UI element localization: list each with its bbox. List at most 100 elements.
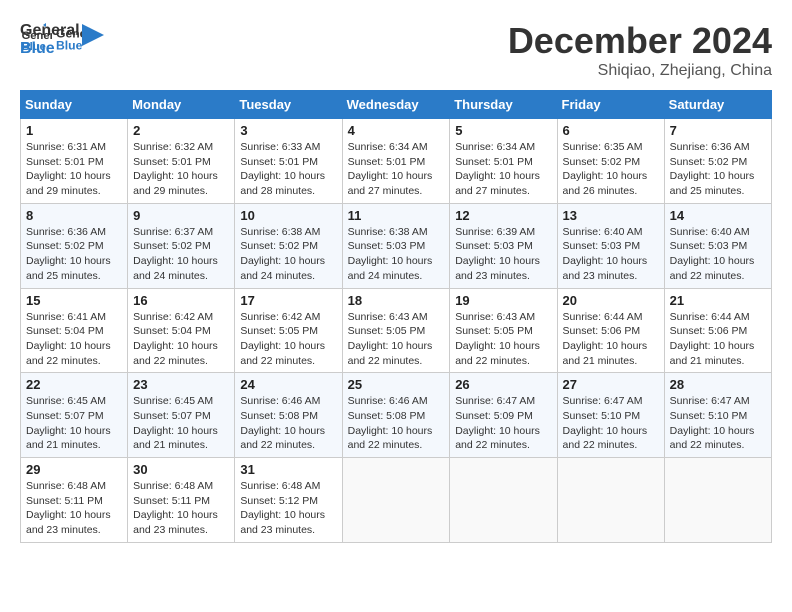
calendar-cell: 26 Sunrise: 6:47 AMSunset: 5:09 PMDaylig… xyxy=(450,373,557,458)
day-number: 17 xyxy=(240,293,336,308)
day-info: Sunrise: 6:44 AMSunset: 5:06 PMDaylight:… xyxy=(563,311,648,367)
day-number: 12 xyxy=(455,208,551,223)
day-info: Sunrise: 6:47 AMSunset: 5:09 PMDaylight:… xyxy=(455,395,540,451)
day-number: 19 xyxy=(455,293,551,308)
calendar-cell: 29 Sunrise: 6:48 AMSunset: 5:11 PMDaylig… xyxy=(21,458,128,543)
day-number: 13 xyxy=(563,208,659,223)
day-info: Sunrise: 6:48 AMSunset: 5:11 PMDaylight:… xyxy=(133,480,218,536)
day-info: Sunrise: 6:48 AMSunset: 5:12 PMDaylight:… xyxy=(240,480,325,536)
day-info: Sunrise: 6:40 AMSunset: 5:03 PMDaylight:… xyxy=(670,226,755,282)
calendar-cell: 4 Sunrise: 6:34 AMSunset: 5:01 PMDayligh… xyxy=(342,119,450,204)
day-info: Sunrise: 6:39 AMSunset: 5:03 PMDaylight:… xyxy=(455,226,540,282)
day-info: Sunrise: 6:34 AMSunset: 5:01 PMDaylight:… xyxy=(348,141,433,197)
day-info: Sunrise: 6:45 AMSunset: 5:07 PMDaylight:… xyxy=(26,395,111,451)
day-info: Sunrise: 6:44 AMSunset: 5:06 PMDaylight:… xyxy=(670,311,755,367)
weekday-header: Friday xyxy=(557,91,664,119)
calendar-cell xyxy=(450,458,557,543)
day-info: Sunrise: 6:36 AMSunset: 5:02 PMDaylight:… xyxy=(26,226,111,282)
logo-text-block: General Blue xyxy=(20,22,80,59)
logo-container: General Blue xyxy=(20,22,104,59)
calendar-cell: 1 Sunrise: 6:31 AMSunset: 5:01 PMDayligh… xyxy=(21,119,128,204)
weekday-header: Thursday xyxy=(450,91,557,119)
calendar-cell: 5 Sunrise: 6:34 AMSunset: 5:01 PMDayligh… xyxy=(450,119,557,204)
calendar-table: SundayMondayTuesdayWednesdayThursdayFrid… xyxy=(20,90,772,543)
day-info: Sunrise: 6:41 AMSunset: 5:04 PMDaylight:… xyxy=(26,311,111,367)
day-number: 22 xyxy=(26,377,122,392)
day-number: 14 xyxy=(670,208,766,223)
day-info: Sunrise: 6:46 AMSunset: 5:08 PMDaylight:… xyxy=(240,395,325,451)
day-info: Sunrise: 6:31 AMSunset: 5:01 PMDaylight:… xyxy=(26,141,111,197)
day-info: Sunrise: 6:38 AMSunset: 5:03 PMDaylight:… xyxy=(348,226,433,282)
title-block: December 2024 Shiqiao, Zhejiang, China xyxy=(508,20,772,80)
calendar-cell: 12 Sunrise: 6:39 AMSunset: 5:03 PMDaylig… xyxy=(450,203,557,288)
day-info: Sunrise: 6:46 AMSunset: 5:08 PMDaylight:… xyxy=(348,395,433,451)
day-info: Sunrise: 6:47 AMSunset: 5:10 PMDaylight:… xyxy=(563,395,648,451)
calendar-cell: 27 Sunrise: 6:47 AMSunset: 5:10 PMDaylig… xyxy=(557,373,664,458)
logo-general: General xyxy=(20,22,80,40)
month-title: December 2024 xyxy=(508,20,772,62)
calendar-cell: 3 Sunrise: 6:33 AMSunset: 5:01 PMDayligh… xyxy=(235,119,342,204)
calendar-cell: 21 Sunrise: 6:44 AMSunset: 5:06 PMDaylig… xyxy=(664,288,771,373)
day-number: 23 xyxy=(133,377,229,392)
calendar-cell: 10 Sunrise: 6:38 AMSunset: 5:02 PMDaylig… xyxy=(235,203,342,288)
calendar-cell: 24 Sunrise: 6:46 AMSunset: 5:08 PMDaylig… xyxy=(235,373,342,458)
day-number: 31 xyxy=(240,462,336,477)
day-info: Sunrise: 6:42 AMSunset: 5:05 PMDaylight:… xyxy=(240,311,325,367)
calendar-cell: 8 Sunrise: 6:36 AMSunset: 5:02 PMDayligh… xyxy=(21,203,128,288)
calendar-week-row: 29 Sunrise: 6:48 AMSunset: 5:11 PMDaylig… xyxy=(21,458,772,543)
day-number: 27 xyxy=(563,377,659,392)
day-info: Sunrise: 6:48 AMSunset: 5:11 PMDaylight:… xyxy=(26,480,111,536)
calendar-cell: 22 Sunrise: 6:45 AMSunset: 5:07 PMDaylig… xyxy=(21,373,128,458)
weekday-header: Monday xyxy=(128,91,235,119)
day-info: Sunrise: 6:37 AMSunset: 5:02 PMDaylight:… xyxy=(133,226,218,282)
day-number: 8 xyxy=(26,208,122,223)
day-number: 10 xyxy=(240,208,336,223)
calendar-cell: 31 Sunrise: 6:48 AMSunset: 5:12 PMDaylig… xyxy=(235,458,342,543)
location: Shiqiao, Zhejiang, China xyxy=(508,62,772,80)
day-number: 3 xyxy=(240,123,336,138)
day-info: Sunrise: 6:47 AMSunset: 5:10 PMDaylight:… xyxy=(670,395,755,451)
day-number: 4 xyxy=(348,123,445,138)
calendar-cell xyxy=(557,458,664,543)
weekday-header: Sunday xyxy=(21,91,128,119)
day-info: Sunrise: 6:42 AMSunset: 5:04 PMDaylight:… xyxy=(133,311,218,367)
calendar-week-row: 1 Sunrise: 6:31 AMSunset: 5:01 PMDayligh… xyxy=(21,119,772,204)
day-number: 6 xyxy=(563,123,659,138)
logo-arrow-icon xyxy=(82,24,104,46)
weekday-header: Tuesday xyxy=(235,91,342,119)
day-number: 21 xyxy=(670,293,766,308)
calendar-cell: 20 Sunrise: 6:44 AMSunset: 5:06 PMDaylig… xyxy=(557,288,664,373)
day-info: Sunrise: 6:32 AMSunset: 5:01 PMDaylight:… xyxy=(133,141,218,197)
calendar-cell: 7 Sunrise: 6:36 AMSunset: 5:02 PMDayligh… xyxy=(664,119,771,204)
calendar-cell: 25 Sunrise: 6:46 AMSunset: 5:08 PMDaylig… xyxy=(342,373,450,458)
calendar-header-row: SundayMondayTuesdayWednesdayThursdayFrid… xyxy=(21,91,772,119)
calendar-week-row: 22 Sunrise: 6:45 AMSunset: 5:07 PMDaylig… xyxy=(21,373,772,458)
day-number: 1 xyxy=(26,123,122,138)
calendar-week-row: 15 Sunrise: 6:41 AMSunset: 5:04 PMDaylig… xyxy=(21,288,772,373)
weekday-header: Saturday xyxy=(664,91,771,119)
day-number: 9 xyxy=(133,208,229,223)
day-number: 18 xyxy=(348,293,445,308)
day-number: 30 xyxy=(133,462,229,477)
calendar-week-row: 8 Sunrise: 6:36 AMSunset: 5:02 PMDayligh… xyxy=(21,203,772,288)
day-info: Sunrise: 6:43 AMSunset: 5:05 PMDaylight:… xyxy=(348,311,433,367)
calendar-cell: 9 Sunrise: 6:37 AMSunset: 5:02 PMDayligh… xyxy=(128,203,235,288)
calendar-cell: 30 Sunrise: 6:48 AMSunset: 5:11 PMDaylig… xyxy=(128,458,235,543)
calendar-cell: 28 Sunrise: 6:47 AMSunset: 5:10 PMDaylig… xyxy=(664,373,771,458)
calendar-cell: 2 Sunrise: 6:32 AMSunset: 5:01 PMDayligh… xyxy=(128,119,235,204)
day-number: 7 xyxy=(670,123,766,138)
day-number: 24 xyxy=(240,377,336,392)
calendar-cell: 18 Sunrise: 6:43 AMSunset: 5:05 PMDaylig… xyxy=(342,288,450,373)
day-number: 2 xyxy=(133,123,229,138)
day-info: Sunrise: 6:35 AMSunset: 5:02 PMDaylight:… xyxy=(563,141,648,197)
calendar-cell: 17 Sunrise: 6:42 AMSunset: 5:05 PMDaylig… xyxy=(235,288,342,373)
day-number: 28 xyxy=(670,377,766,392)
logo-blue: Blue xyxy=(20,40,80,58)
calendar-cell: 16 Sunrise: 6:42 AMSunset: 5:04 PMDaylig… xyxy=(128,288,235,373)
day-number: 15 xyxy=(26,293,122,308)
day-info: Sunrise: 6:38 AMSunset: 5:02 PMDaylight:… xyxy=(240,226,325,282)
calendar-cell: 14 Sunrise: 6:40 AMSunset: 5:03 PMDaylig… xyxy=(664,203,771,288)
day-number: 5 xyxy=(455,123,551,138)
calendar-cell: 11 Sunrise: 6:38 AMSunset: 5:03 PMDaylig… xyxy=(342,203,450,288)
page-header: General Blue General Blue December 2024 … xyxy=(20,20,772,80)
